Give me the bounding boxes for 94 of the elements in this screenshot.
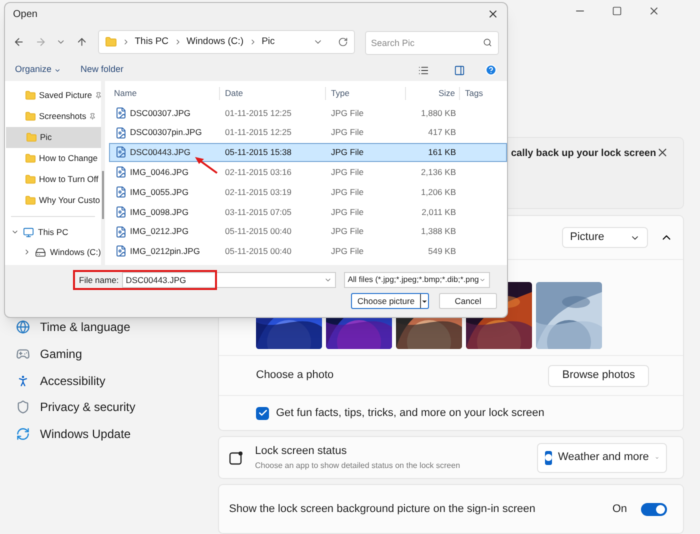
close-icon[interactable] (487, 8, 499, 20)
nav-folder-item[interactable]: Pic (6, 127, 101, 148)
image-file-icon (115, 146, 127, 158)
file-row[interactable]: DSC00307pin.JPG 01-11-2015 12:25 JPG File 417 KB (109, 122, 507, 143)
column-header[interactable]: Date (219, 87, 325, 100)
status-icon (229, 450, 243, 464)
help-icon[interactable] (485, 64, 497, 76)
choose-photo-label: Choose a photo (256, 368, 334, 384)
chevron-icon (478, 276, 486, 284)
toggle-state: On (612, 502, 627, 517)
folder-icon (26, 132, 37, 143)
expand-icon[interactable] (11, 228, 19, 236)
chevron-icon (324, 276, 332, 284)
up-icon[interactable] (76, 36, 88, 48)
status-title: Lock screen status (255, 444, 348, 460)
file-row[interactable]: IMG_0212pin.JPG 05-11-2015 00:40 JPG File 549 KB (109, 242, 507, 262)
checkbox[interactable] (256, 406, 269, 420)
choose-picture-button[interactable]: Choose picture (351, 293, 429, 309)
sidebar-item[interactable]: Gaming (0, 340, 218, 368)
organize-menu[interactable]: Organize (15, 63, 61, 77)
status-app-dropdown[interactable]: Weather and more (537, 442, 667, 472)
pointer-arrow (193, 155, 219, 175)
folder-icon (25, 153, 36, 164)
dialog-title: Open (13, 8, 38, 22)
tree-item[interactable]: This PC (5, 222, 101, 242)
drive-icon (35, 246, 46, 258)
file-name-label: File name: (79, 274, 119, 286)
column-header[interactable]: Size (405, 87, 459, 100)
sidebar-item[interactable]: Windows Update (0, 420, 218, 448)
folder-icon (25, 195, 36, 206)
checkbox-label: Get fun facts, tips, tricks, and more on your lock screen (276, 406, 544, 421)
browse-photos-button[interactable]: Browse photos (548, 364, 649, 386)
cancel-button[interactable]: Cancel (439, 293, 497, 309)
file-row[interactable]: DSC00307.JPG 01-11-2015 12:25 JPG File 1,880 KB (109, 103, 507, 123)
nav-folder-item[interactable]: How to Change (5, 148, 101, 169)
refresh-icon[interactable] (338, 37, 348, 47)
file-row[interactable]: IMG_0212.JPG 05-11-2015 00:40 JPG File 1,388 KB (109, 222, 507, 242)
computer-icon (23, 226, 34, 238)
nav-folder-item[interactable]: Saved Picture (5, 85, 101, 106)
shield-icon (16, 400, 30, 414)
toggle-switch[interactable] (641, 502, 667, 516)
view-icon[interactable] (418, 64, 429, 76)
signin-label: Show the lock screen background picture on the sign-in screen (229, 502, 536, 517)
column-header[interactable]: Type (325, 87, 405, 100)
image-file-icon (115, 126, 127, 139)
update-icon (16, 427, 30, 442)
nav-folder-item[interactable]: Why Your Custo (5, 190, 101, 211)
file-name-field[interactable]: DSC00443.JPG (122, 272, 336, 288)
preview-pane-icon[interactable] (454, 64, 465, 76)
breadcrumb-item[interactable]: Pic (262, 34, 275, 50)
folder-icon (25, 174, 36, 185)
sidebar-item[interactable]: Privacy & security (0, 394, 218, 421)
image-file-icon (115, 186, 127, 198)
nav-folder-item[interactable]: How to Turn Off (5, 169, 101, 190)
file-row[interactable]: IMG_0055.JPG 02-11-2015 03:19 JPG File 1,206 KB (109, 182, 507, 202)
column-header[interactable]: Tags (459, 87, 501, 100)
caret-icon (54, 66, 61, 74)
picture-dropdown[interactable]: Picture (562, 227, 648, 248)
caret-icon (421, 298, 428, 304)
sidebar-item[interactable]: Accessibility (0, 367, 218, 394)
nav-folder-item[interactable]: Screenshots (5, 106, 101, 127)
address-bar[interactable]: This PC Windows (C:) Pic (98, 30, 355, 54)
image-file-icon (115, 106, 127, 119)
tree-item[interactable]: Windows (C:) (5, 242, 101, 262)
search-field[interactable]: Search Pic (365, 30, 499, 54)
folder-icon (104, 36, 117, 48)
image-file-icon (115, 166, 127, 178)
banner-text: cally back up your lock screen (511, 147, 656, 161)
breadcrumb-item[interactable]: This PC (134, 34, 169, 50)
file-row[interactable]: IMG_0098.JPG 03-11-2015 07:05 JPG File 2,011 KB (109, 202, 507, 222)
folder-icon (25, 111, 36, 122)
weather-icon (545, 450, 552, 464)
maximize-icon[interactable] (612, 6, 622, 16)
column-header[interactable]: Name (109, 87, 219, 100)
status-subtitle: Choose an app to show detailed status on the lock screen (255, 460, 460, 472)
globe-icon (16, 320, 30, 334)
close-icon[interactable] (648, 5, 660, 17)
back-icon[interactable] (13, 36, 25, 48)
folder-icon (25, 90, 36, 101)
sidebar-item[interactable]: Time & language (0, 314, 218, 341)
breadcrumb-item[interactable]: Windows (C:) (186, 34, 244, 50)
file-type-dropdown[interactable]: All files (*.jpg;*.jpeg;*.bmp;*.dib;*.png (344, 272, 490, 288)
search-icon (483, 38, 492, 46)
file-row[interactable]: IMG_0046.JPG 02-11-2015 03:16 JPG File 2,136 KB (109, 162, 507, 182)
image-file-icon (115, 206, 127, 218)
close-icon[interactable] (656, 146, 670, 159)
image-file-icon (115, 245, 127, 258)
new-folder-button[interactable]: New folder (80, 63, 124, 77)
check-icon (258, 408, 268, 418)
accessibility-icon (16, 374, 30, 388)
expand-icon[interactable] (23, 248, 31, 256)
gamepad-icon (16, 347, 30, 362)
file-row[interactable]: DSC00443.JPG 05-11-2015 15:38 JPG File 161 KB (109, 142, 507, 162)
image-file-icon (115, 226, 127, 238)
